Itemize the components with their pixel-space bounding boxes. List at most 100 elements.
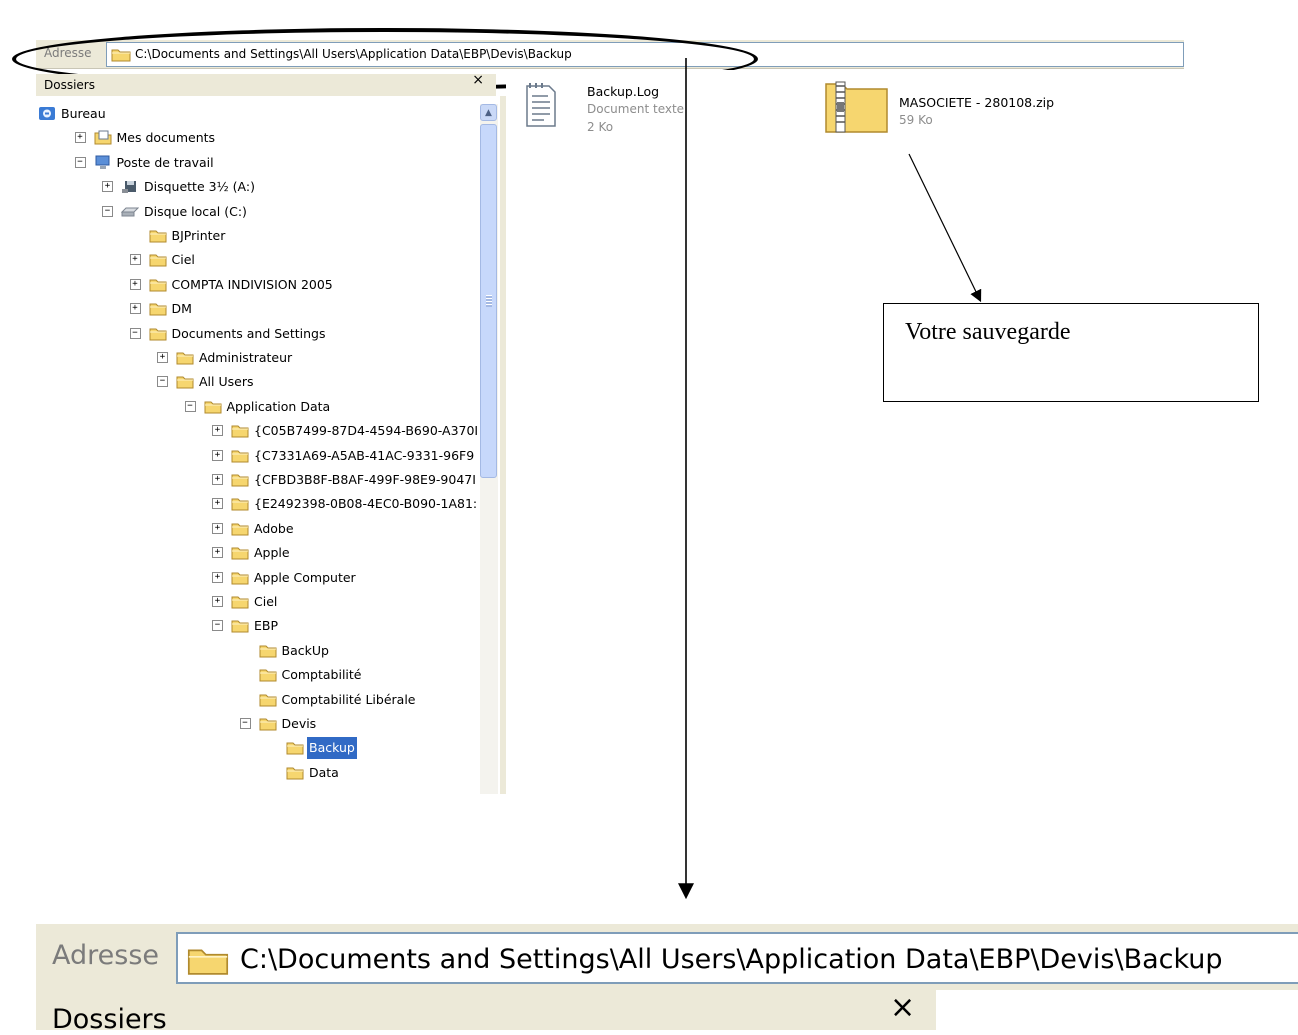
tree-item[interactable]: + Administrateur bbox=[36, 347, 480, 369]
tree-item-label: Devis bbox=[281, 716, 317, 731]
folder-tree: Bureau + Mes documents − Poste de travail + Di… bbox=[36, 96, 480, 794]
tree-item[interactable]: + Adobe bbox=[36, 518, 480, 540]
tree-item[interactable]: + {C7331A69-A5AB-41AC-9331-96F9 bbox=[36, 445, 480, 467]
tree-item[interactable]: BJPrinter bbox=[36, 225, 480, 247]
expand-icon[interactable]: + bbox=[102, 181, 113, 193]
callout-box: Votre sauvegarde bbox=[883, 303, 1259, 402]
expand-icon[interactable]: + bbox=[212, 498, 223, 510]
address-input[interactable]: C:\Documents and Settings\All Users\Appl… bbox=[176, 932, 1298, 984]
tree-item[interactable]: BackUp bbox=[36, 640, 480, 662]
tree-item[interactable]: + Ciel bbox=[36, 249, 480, 271]
folders-panel-title: Dossiers bbox=[52, 1004, 167, 1035]
tree-item-label: Ciel bbox=[171, 252, 195, 268]
folder-icon bbox=[187, 949, 229, 975]
tree-item[interactable]: Backup bbox=[36, 737, 480, 760]
expand-icon[interactable]: + bbox=[212, 596, 223, 607]
tree-scrollbar[interactable]: ▲ bbox=[480, 104, 498, 794]
tree-item[interactable]: − Documents and Settings bbox=[36, 323, 480, 345]
file-list-pane: Backup.Log Document texte 2 Ko MASOCIETE… bbox=[506, 70, 1184, 794]
tree-item[interactable]: − Poste de travail bbox=[36, 152, 480, 174]
tree-item-label: Apple Computer bbox=[254, 569, 356, 585]
file-type: Document texte bbox=[587, 102, 685, 116]
collapse-icon[interactable]: − bbox=[157, 376, 168, 388]
tree-item[interactable]: − Devis bbox=[36, 713, 480, 735]
collapse-icon[interactable]: − bbox=[239, 718, 251, 729]
close-icon[interactable]: × bbox=[472, 72, 484, 88]
tree-item-label: Apple bbox=[254, 545, 290, 561]
tree-item[interactable]: − All Users bbox=[36, 371, 480, 393]
expand-icon[interactable]: + bbox=[212, 571, 223, 583]
tree-item-label: Disquette 3½ (A:) bbox=[144, 179, 255, 195]
tree-item-label: Bureau bbox=[61, 106, 106, 121]
collapse-icon[interactable]: − bbox=[212, 620, 223, 632]
file-item[interactable]: Backup.Log Document texte 2 Ko bbox=[524, 82, 704, 142]
zoomed-folders-header: Dossiers × bbox=[36, 990, 936, 1035]
tree-item-label: Poste de travail bbox=[116, 154, 214, 170]
scrollbar-thumb[interactable] bbox=[480, 124, 497, 478]
expand-icon[interactable]: + bbox=[129, 303, 141, 315]
expand-icon[interactable]: + bbox=[212, 547, 223, 559]
tree-item-label: {E2492398-0B08-4EC0-B090-1A81: bbox=[254, 496, 478, 512]
text-document-icon bbox=[526, 83, 556, 127]
expand-icon[interactable]: + bbox=[129, 278, 141, 290]
tree-item[interactable]: − EBP bbox=[36, 615, 480, 637]
expand-icon[interactable]: + bbox=[212, 425, 223, 437]
tree-item-label: EBP bbox=[254, 618, 279, 634]
collapse-icon[interactable]: − bbox=[74, 156, 86, 168]
tree-item[interactable]: − Disque local (C:) bbox=[36, 201, 480, 223]
grip-icon bbox=[486, 295, 492, 307]
tree-item-label: Adobe bbox=[254, 520, 294, 536]
tree-item-label: Administrateur bbox=[199, 350, 293, 365]
expand-icon[interactable]: + bbox=[212, 522, 223, 534]
tree-item[interactable]: Data bbox=[36, 762, 480, 784]
tree-item[interactable]: + DM bbox=[36, 298, 480, 320]
file-size: 2 Ko bbox=[587, 120, 614, 134]
tree-item[interactable]: + Mes documents bbox=[36, 127, 480, 149]
tree-item-label: {C05B7499-87D4-4594-B690-A370I bbox=[254, 423, 479, 439]
close-icon[interactable]: × bbox=[890, 990, 915, 1025]
tree-item-label: {CFBD3B8F-B8AF-499F-98E9-9047I bbox=[254, 472, 476, 487]
tree-item[interactable]: + {CFBD3B8F-B8AF-499F-98E9-9047I bbox=[36, 469, 480, 491]
tree-item-label: COMPTA INDIVISION 2005 bbox=[171, 276, 333, 292]
tree-item-label: BJPrinter bbox=[171, 228, 226, 243]
tree-item[interactable]: + Apple Computer bbox=[36, 567, 480, 589]
tree-item-label: Disque local (C:) bbox=[144, 203, 247, 219]
expand-icon[interactable]: + bbox=[212, 449, 223, 461]
expand-icon[interactable]: + bbox=[74, 132, 86, 144]
tree-item[interactable]: + {C05B7499-87D4-4594-B690-A370I bbox=[36, 420, 480, 442]
tree-item-label: Comptabilité Libérale bbox=[281, 691, 416, 707]
zoomed-address-bar: Adresse C:\Documents and Settings\All Us… bbox=[36, 924, 1298, 990]
tree-item-label: Data bbox=[309, 764, 339, 780]
tree-item-label: BackUp bbox=[281, 642, 329, 658]
tree-item[interactable]: + Disquette 3½ (A:) bbox=[36, 176, 480, 198]
tree-item[interactable]: + {E2492398-0B08-4EC0-B090-1A81: bbox=[36, 493, 480, 515]
file-item[interactable]: MASOCIETE - 280108.zip 59 Ko bbox=[824, 78, 1124, 138]
explorer-screenshot: Adresse C:\Documents and Settings\All Us… bbox=[0, 0, 1298, 1035]
tree-item[interactable]: − Application Data bbox=[36, 396, 480, 418]
file-name: Backup.Log bbox=[587, 84, 660, 99]
collapse-icon[interactable]: − bbox=[184, 400, 196, 412]
expand-icon[interactable]: + bbox=[212, 474, 223, 485]
collapse-icon[interactable]: − bbox=[129, 327, 141, 339]
expand-icon[interactable]: + bbox=[157, 352, 168, 363]
expand-icon[interactable]: + bbox=[129, 254, 141, 266]
tree-item[interactable]: Bureau bbox=[36, 103, 480, 125]
tree-item-label: Documents and Settings bbox=[171, 325, 326, 341]
tree-item-label: {C7331A69-A5AB-41AC-9331-96F9 bbox=[254, 447, 475, 463]
tree-item[interactable]: Comptabilité Libérale bbox=[36, 689, 480, 711]
tree-item[interactable]: + Ciel bbox=[36, 591, 480, 613]
file-name: MASOCIETE - 280108.zip bbox=[899, 95, 1055, 110]
scroll-up-icon[interactable]: ▲ bbox=[480, 104, 497, 121]
address-label: Adresse bbox=[52, 940, 159, 971]
folders-panel-title: Dossiers bbox=[44, 78, 95, 92]
zip-folder-icon bbox=[825, 81, 888, 133]
folders-panel-header: Dossiers × bbox=[36, 72, 496, 96]
tree-item-label: Ciel bbox=[254, 594, 278, 609]
tree-item[interactable]: + Apple bbox=[36, 542, 480, 564]
tree-item[interactable]: + COMPTA INDIVISION 2005 bbox=[36, 274, 480, 296]
file-size: 59 Ko bbox=[899, 113, 933, 127]
collapse-icon[interactable]: − bbox=[102, 205, 113, 217]
address-path: C:\Documents and Settings\All Users\Appl… bbox=[240, 944, 1223, 975]
tree-item[interactable]: Comptabilité bbox=[36, 664, 480, 686]
tree-item-label: All Users bbox=[199, 374, 254, 390]
